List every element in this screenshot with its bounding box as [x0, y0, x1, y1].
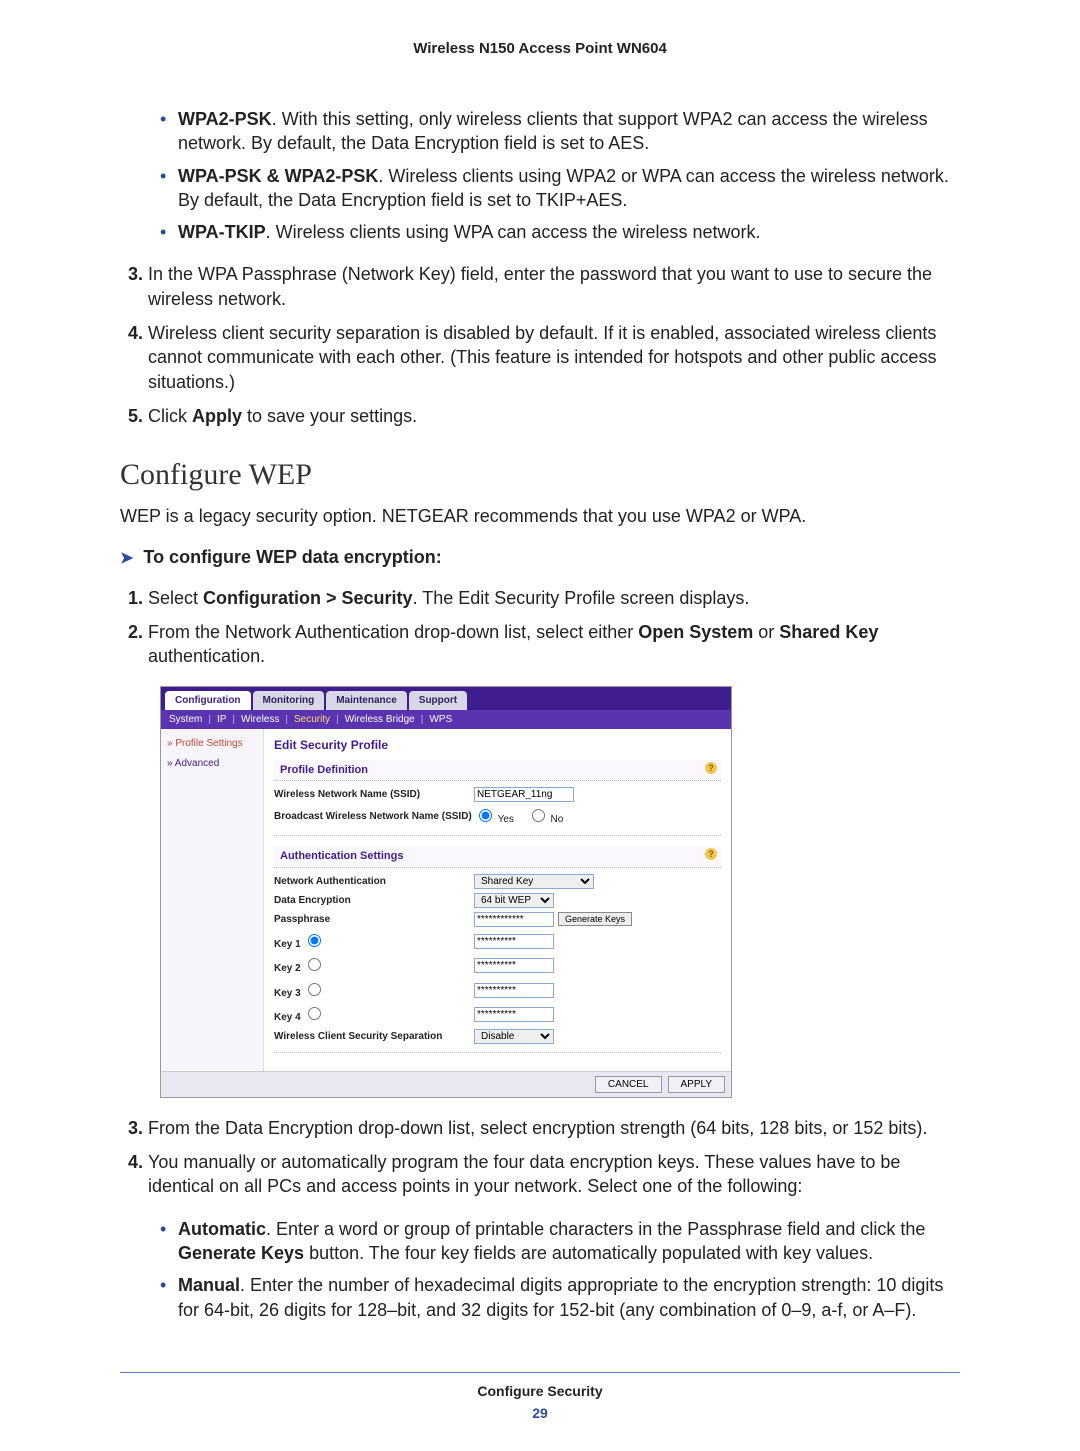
procedure-list: Select Configuration > Security. The Edi… — [120, 586, 960, 669]
subnav-security[interactable]: Security — [294, 713, 330, 727]
cancel-button[interactable]: CANCEL — [595, 1076, 662, 1093]
panel-body: » Profile Settings » Advanced Edit Secur… — [161, 729, 731, 1070]
broadcast-no-radio[interactable] — [532, 809, 545, 822]
passphrase-input[interactable] — [474, 912, 554, 927]
sidebar-item-profile-settings[interactable]: » Profile Settings — [167, 737, 257, 751]
client-separation-label: Wireless Client Security Separation — [274, 1030, 474, 1044]
network-auth-label: Network Authentication — [274, 875, 474, 889]
auth-settings-header: Authentication Settings? — [274, 846, 721, 868]
sub-nav: System| IP| Wireless| Security| Wireless… — [161, 710, 731, 730]
key2-radio[interactable] — [308, 958, 321, 971]
broadcast-yes-option[interactable]: Yes — [474, 814, 514, 825]
step-4: Wireless client security separation is d… — [148, 321, 960, 394]
ssid-input[interactable] — [474, 787, 574, 802]
help-icon[interactable]: ? — [705, 848, 717, 860]
bullet-wpa-wpa2-psk: WPA-PSK & WPA2-PSK. Wireless clients usi… — [160, 164, 960, 213]
chevron-right-icon: ➤ — [120, 548, 133, 568]
bullet-wpa-tkip: WPA-TKIP. Wireless clients using WPA can… — [160, 220, 960, 244]
top-tab-bar: Configuration Monitoring Maintenance Sup… — [161, 687, 731, 710]
bullet-wpa2-psk: WPA2-PSK. With this setting, only wirele… — [160, 107, 960, 156]
tab-support[interactable]: Support — [409, 691, 467, 710]
panel-title: Edit Security Profile — [274, 737, 721, 753]
body-block-top: WPA2-PSK. With this setting, only wirele… — [120, 107, 960, 428]
page-header: Wireless N150 Access Point WN604 — [120, 40, 960, 57]
broadcast-yes-radio[interactable] — [479, 809, 492, 822]
proc-step-4: You manually or automatically program th… — [148, 1150, 960, 1199]
panel-footer: CANCEL APPLY — [161, 1071, 731, 1097]
broadcast-no-option[interactable]: No — [527, 814, 564, 825]
tab-monitoring[interactable]: Monitoring — [253, 691, 325, 710]
procedure-list-continued: From the Data Encryption drop-down list,… — [120, 1116, 960, 1199]
apply-button[interactable]: APPLY — [668, 1076, 726, 1093]
subnav-wireless-bridge[interactable]: Wireless Bridge — [345, 713, 415, 727]
help-icon[interactable]: ? — [705, 762, 717, 774]
subnav-wireless[interactable]: Wireless — [241, 713, 279, 727]
sidebar-item-advanced[interactable]: » Advanced — [167, 757, 257, 771]
procedure-body: Select Configuration > Security. The Edi… — [120, 586, 960, 1322]
footer-divider — [120, 1372, 960, 1373]
proc-step-2: From the Network Authentication drop-dow… — [148, 620, 960, 669]
step-3: In the WPA Passphrase (Network Key) fiel… — [148, 262, 960, 311]
key3-input[interactable] — [474, 983, 554, 998]
sidebar: » Profile Settings » Advanced — [161, 729, 264, 1070]
tab-configuration[interactable]: Configuration — [165, 691, 251, 710]
broadcast-ssid-label: Broadcast Wireless Network Name (SSID) — [274, 810, 474, 824]
key2-input[interactable] — [474, 958, 554, 973]
page-number: 29 — [120, 1405, 960, 1421]
bullet-manual: Manual. Enter the number of hexadecimal … — [160, 1273, 960, 1322]
proc-step-1: Select Configuration > Security. The Edi… — [148, 586, 960, 610]
key3-radio[interactable] — [308, 983, 321, 996]
subnav-system[interactable]: System — [169, 713, 202, 727]
section-heading-configure-wep: Configure WEP — [120, 458, 960, 492]
network-auth-select[interactable]: Shared Key — [474, 874, 594, 889]
generate-keys-button[interactable]: Generate Keys — [558, 912, 632, 926]
tab-maintenance[interactable]: Maintenance — [326, 691, 407, 710]
subnav-ip[interactable]: IP — [217, 713, 226, 727]
page-footer: Configure Security 29 — [120, 1383, 960, 1421]
key4-input[interactable] — [474, 1007, 554, 1022]
data-encryption-label: Data Encryption — [274, 894, 474, 908]
key-entry-bullets: Automatic. Enter a word or group of prin… — [120, 1217, 960, 1322]
main-panel: Edit Security Profile Profile Definition… — [264, 729, 731, 1070]
bullet-automatic: Automatic. Enter a word or group of prin… — [160, 1217, 960, 1266]
steps-list-top: In the WPA Passphrase (Network Key) fiel… — [120, 262, 960, 428]
section-intro: WEP is a legacy security option. NETGEAR… — [120, 504, 960, 528]
document-page: Wireless N150 Access Point WN604 WPA2-PS… — [0, 0, 1080, 1451]
client-separation-select[interactable]: Disable — [474, 1029, 554, 1044]
key4-radio[interactable] — [308, 1007, 321, 1020]
subnav-wps[interactable]: WPS — [429, 713, 452, 727]
profile-definition-header: Profile Definition? — [274, 760, 721, 782]
embedded-ui-screenshot: Configuration Monitoring Maintenance Sup… — [160, 686, 732, 1097]
procedure-heading: ➤To configure WEP data encryption: — [120, 547, 960, 568]
proc-step-3: From the Data Encryption drop-down list,… — [148, 1116, 960, 1140]
data-encryption-select[interactable]: 64 bit WEP — [474, 893, 554, 908]
ssid-label: Wireless Network Name (SSID) — [274, 788, 474, 802]
wpa-option-bullets: WPA2-PSK. With this setting, only wirele… — [120, 107, 960, 244]
key1-radio[interactable] — [308, 934, 321, 947]
key1-input[interactable] — [474, 934, 554, 949]
step-5: Click Apply to save your settings. — [148, 404, 960, 428]
passphrase-label: Passphrase — [274, 913, 474, 927]
